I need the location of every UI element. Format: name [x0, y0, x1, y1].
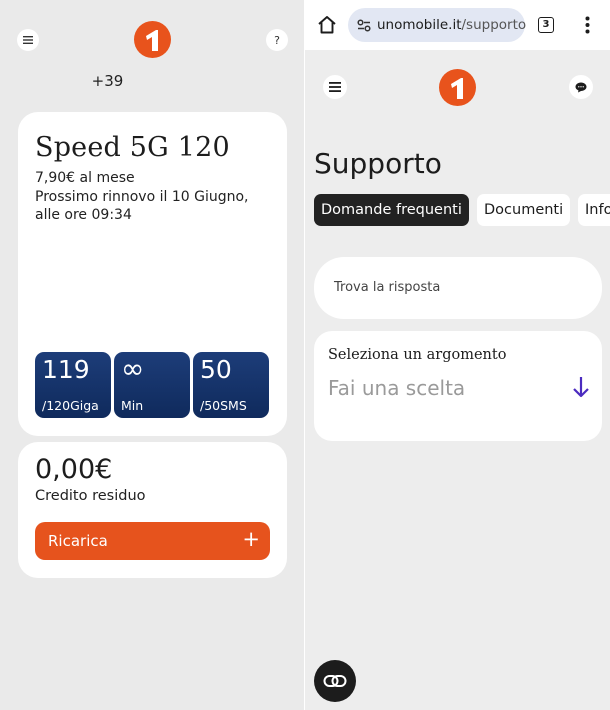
plan-name: Speed 5G 120 — [35, 132, 230, 163]
site-menu-button[interactable] — [323, 75, 347, 99]
minutes-counter-value: ∞ — [121, 352, 145, 385]
credit-card: 0,00€ Credito residuo Ricarica + — [18, 442, 287, 578]
plan-renewal: Prossimo rinnovo il 10 Giugno, alle ore … — [35, 189, 249, 223]
topic-select-label: Seleziona un argomento — [328, 347, 507, 363]
url-domain: unomobile.it — [377, 17, 462, 33]
url-text: unomobile.it/supporto — [377, 17, 526, 33]
sms-counter-unit: /50SMS — [200, 398, 247, 413]
hamburger-icon — [329, 82, 341, 92]
arrow-down-icon — [573, 377, 589, 398]
topic-select[interactable]: Seleziona un argomento Fai una scelta — [314, 331, 602, 441]
search-input[interactable]: Trova la risposta — [314, 257, 602, 319]
sms-counter[interactable]: 50 /50SMS — [193, 352, 269, 418]
data-counter-value: 119 — [42, 355, 90, 384]
chat-button[interactable] — [569, 75, 593, 99]
hamburger-icon — [23, 36, 33, 44]
floating-chat-button[interactable] — [314, 660, 356, 702]
browser-toolbar: unomobile.it/supporto 3 — [305, 0, 610, 50]
plus-icon: + — [242, 527, 260, 551]
phone-number: +39 — [91, 72, 124, 90]
home-icon[interactable] — [317, 15, 337, 34]
chat-bubble-icon — [575, 82, 587, 92]
site-settings-icon[interactable] — [357, 19, 371, 32]
plan-price: 7,90€ al mese — [35, 170, 135, 186]
more-options-icon[interactable] — [585, 16, 590, 34]
topup-button[interactable]: Ricarica + — [35, 522, 270, 560]
tab-info[interactable]: Info — [578, 194, 610, 226]
plan-card: Speed 5G 120 7,90€ al mese Prossimo rinn… — [18, 112, 287, 436]
data-counter[interactable]: 119 /120Giga — [35, 352, 111, 418]
sms-counter-value: 50 — [200, 355, 232, 384]
credit-amount: 0,00€ — [35, 454, 113, 485]
brand-logo[interactable] — [439, 69, 476, 106]
data-counter-unit: /120Giga — [42, 398, 99, 413]
tab-documents[interactable]: Documenti — [477, 194, 571, 226]
credit-label: Credito residuo — [35, 488, 146, 504]
search-placeholder: Trova la risposta — [334, 280, 441, 295]
app-pane: ? +39 Speed 5G 120 7,90€ al mese Prossim… — [0, 0, 305, 710]
help-button[interactable]: ? — [266, 29, 288, 51]
tab-faq[interactable]: Domande frequenti — [314, 194, 469, 226]
brand-logo — [134, 21, 171, 58]
topup-button-label: Ricarica — [48, 532, 108, 550]
page-title: Supporto — [314, 147, 442, 180]
menu-button[interactable] — [17, 29, 39, 51]
minutes-counter[interactable]: ∞ Min — [114, 352, 190, 418]
browser-pane: unomobile.it/supporto 3 Supporto Domande… — [305, 0, 610, 710]
link-icon — [323, 675, 347, 687]
address-bar[interactable]: unomobile.it/supporto — [348, 8, 526, 42]
url-path: /supporto — [461, 17, 527, 33]
topic-select-value: Fai una scelta — [328, 376, 466, 400]
tab-switcher-button[interactable]: 3 — [538, 17, 554, 33]
minutes-counter-unit: Min — [121, 398, 144, 413]
question-mark-icon: ? — [274, 33, 280, 47]
